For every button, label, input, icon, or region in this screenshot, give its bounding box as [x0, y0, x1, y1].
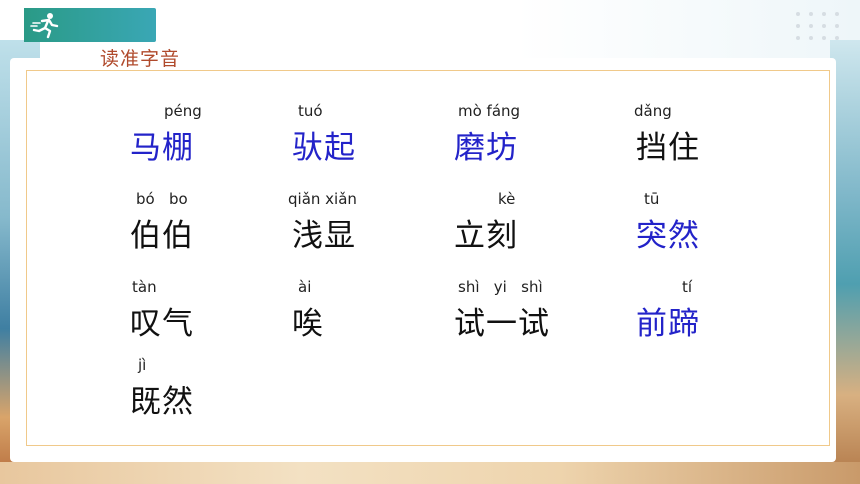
- word-pinyin: dǎng: [634, 102, 672, 120]
- word-pinyin: bó bo: [136, 190, 188, 208]
- header-bar: [24, 8, 156, 42]
- runner-icon: [30, 13, 59, 39]
- dot-grid-icon: [796, 12, 846, 42]
- word-hanzi: 试一试: [454, 306, 550, 342]
- word-hanzi: 叹气: [130, 306, 194, 342]
- word-pinyin: shì yi shì: [458, 278, 543, 296]
- word-pinyin: jì: [138, 356, 147, 374]
- word-pinyin: mò fáng: [458, 102, 521, 120]
- section-title: 读准字音: [100, 48, 181, 70]
- word-pinyin: tū: [644, 190, 660, 208]
- word-pinyin: kè: [498, 190, 516, 208]
- word-hanzi: 伯伯: [130, 218, 194, 254]
- word-hanzi: 磨坊: [454, 130, 518, 166]
- word-pinyin: tuó: [298, 102, 323, 120]
- word-hanzi: 前蹄: [636, 306, 700, 342]
- bottom-background-strip: [0, 462, 860, 484]
- word-hanzi: 挡住: [636, 130, 700, 166]
- word-hanzi: 既然: [130, 384, 194, 420]
- word-hanzi: 立刻: [454, 218, 518, 254]
- word-pinyin: tàn: [132, 278, 157, 296]
- word-pinyin: péng: [164, 102, 202, 120]
- word-hanzi: 突然: [636, 218, 700, 254]
- word-pinyin: qiǎn xiǎn: [288, 190, 357, 208]
- word-hanzi: 驮起: [292, 130, 356, 166]
- word-hanzi: 浅显: [292, 218, 356, 254]
- word-hanzi: 唉: [292, 306, 324, 342]
- word-pinyin: ài: [298, 278, 312, 296]
- word-pinyin: tí: [682, 278, 693, 296]
- word-hanzi: 马棚: [130, 130, 194, 166]
